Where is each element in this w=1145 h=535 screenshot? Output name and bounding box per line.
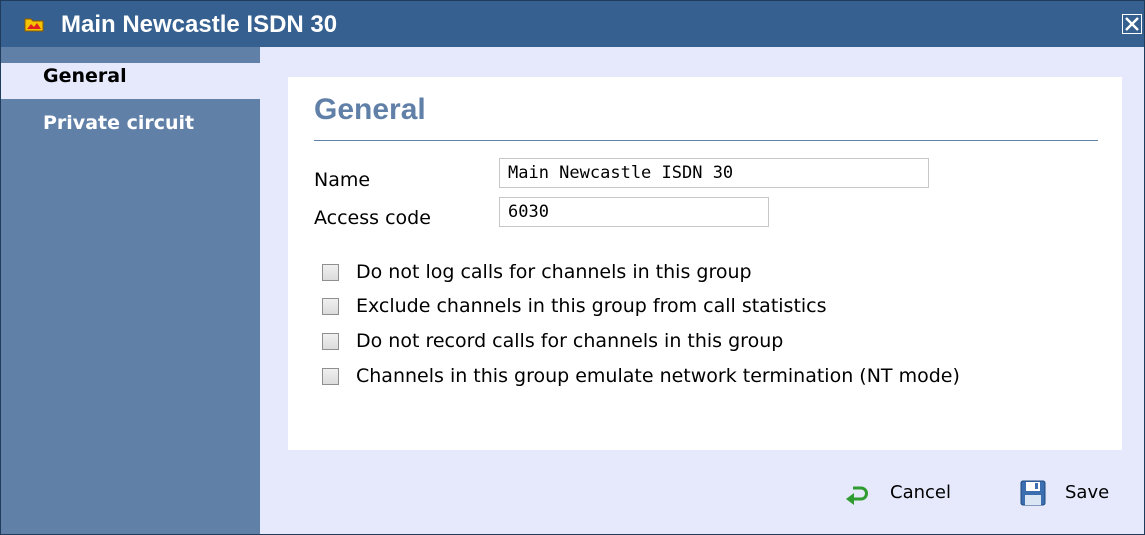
section-divider xyxy=(314,140,1098,141)
section-title: General xyxy=(314,93,426,126)
sidebar-item-label: General xyxy=(43,65,127,87)
checkbox-label: Do not record calls for channels in this… xyxy=(356,330,784,352)
cancel-label: Cancel xyxy=(890,482,951,503)
close-icon xyxy=(1125,17,1139,31)
checkbox-label: Do not log calls for channels in this gr… xyxy=(356,261,752,283)
title-bar: Main Newcastle ISDN 30 xyxy=(1,1,1144,47)
sidebar-item-general[interactable]: General xyxy=(1,63,260,99)
dialog-window: Main Newcastle ISDN 30 General Private c… xyxy=(0,0,1145,535)
dialog-title: Main Newcastle ISDN 30 xyxy=(61,11,338,38)
sidebar-item-private-circuit[interactable]: Private circuit xyxy=(1,105,260,141)
name-input[interactable] xyxy=(499,158,929,188)
no-record-checkbox[interactable] xyxy=(322,333,339,350)
save-button[interactable]: Save xyxy=(1019,479,1123,507)
nt-mode-checkbox[interactable] xyxy=(322,368,339,385)
general-panel: General Name Access code Do not log call… xyxy=(288,77,1122,450)
sidebar: General Private circuit xyxy=(1,47,260,534)
name-label: Name xyxy=(314,169,371,191)
folder-icon xyxy=(24,18,44,32)
exclude-stats-checkbox[interactable] xyxy=(322,298,339,315)
access-code-input[interactable] xyxy=(499,197,769,227)
undo-arrow-icon xyxy=(846,486,868,505)
no-log-checkbox[interactable] xyxy=(322,264,339,281)
sidebar-item-label: Private circuit xyxy=(43,112,195,134)
close-button[interactable] xyxy=(1122,14,1142,34)
checkbox-label: Channels in this group emulate network t… xyxy=(356,365,960,387)
checkbox-label: Exclude channels in this group from call… xyxy=(356,295,827,317)
access-code-label: Access code xyxy=(314,207,431,229)
cancel-button[interactable]: Cancel xyxy=(844,479,964,507)
save-label: Save xyxy=(1065,482,1110,503)
floppy-disk-icon xyxy=(1020,480,1046,506)
